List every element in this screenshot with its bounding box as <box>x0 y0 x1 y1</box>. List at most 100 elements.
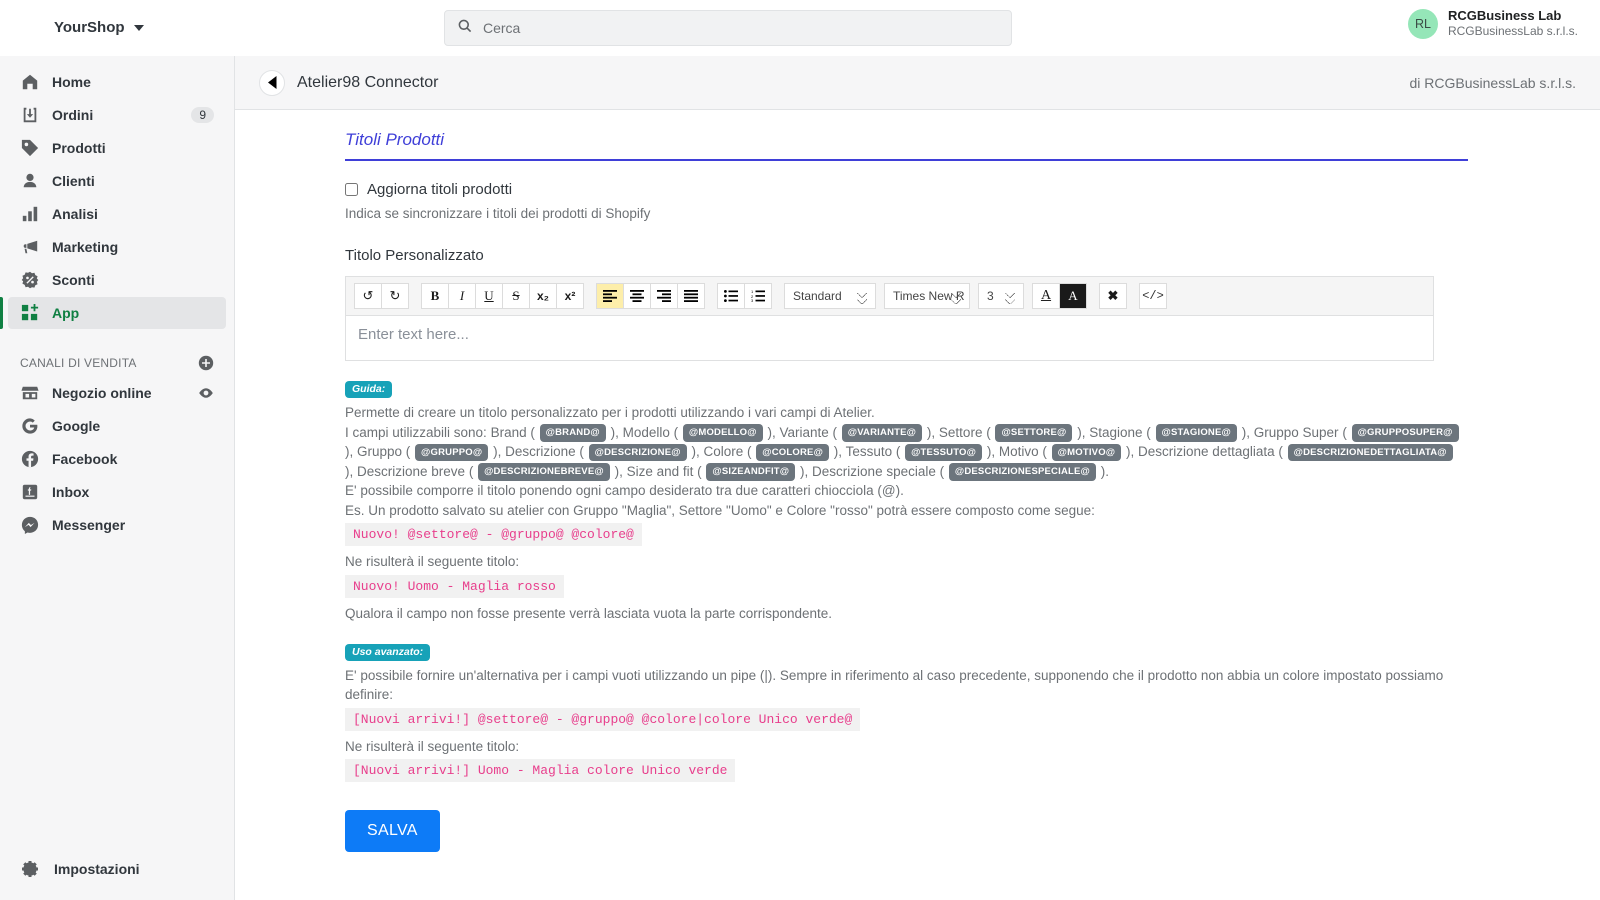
paragraph-style-select[interactable]: Standard <box>784 283 876 309</box>
undo-icon[interactable]: ↺ <box>354 283 382 309</box>
guide-intro: Permette di creare un titolo personalizz… <box>345 405 875 420</box>
sidebar-item-marketing[interactable]: Marketing <box>8 231 226 263</box>
guide-fields-prefix: I campi utilizzabili sono: <box>345 424 487 440</box>
sidebar-item-messenger[interactable]: Messenger <box>8 509 226 541</box>
apps-grid-plus-icon <box>20 303 40 323</box>
sidebar-item-negozio-online[interactable]: Negozio online <box>8 377 226 409</box>
editor-text-area[interactable]: Enter text here... <box>346 316 1433 360</box>
update-titles-checkbox[interactable] <box>345 183 358 196</box>
search-icon <box>457 18 473 39</box>
underline-icon[interactable]: U <box>475 283 503 309</box>
update-titles-checkbox-row[interactable]: Aggiorna titoli prodotti <box>345 181 1468 198</box>
token-modello: @MODELLO@ <box>682 424 763 442</box>
guide-field-item: Gruppo ( @GRUPPO@ ), <box>357 443 501 462</box>
token-gruppo: @GRUPPO@ <box>415 443 489 462</box>
sidebar-item-google[interactable]: Google <box>8 410 226 442</box>
advanced-result: [Nuovi arrivi!] Uomo - Maglia colore Uni… <box>345 759 736 783</box>
sidebar-item-prodotti[interactable]: Prodotti <box>8 132 226 164</box>
superscript-icon[interactable]: x² <box>556 283 584 309</box>
preview-eye-icon[interactable] <box>198 385 214 401</box>
guide-rule-line: E' possibile comporre il titolo ponendo … <box>345 483 904 499</box>
sidebar-item-app[interactable]: App <box>0 297 226 329</box>
align-center-icon[interactable] <box>623 283 651 309</box>
token-descrizione: @DESCRIZIONE@ <box>588 443 687 462</box>
font-family-select[interactable]: Times New R <box>884 283 970 309</box>
guide-field-item: Descrizione ( @DESCRIZIONE@ ), <box>505 443 700 462</box>
numbered-list-icon[interactable]: 123 <box>744 283 772 309</box>
align-justify-icon[interactable] <box>677 283 705 309</box>
back-button[interactable] <box>259 69 285 96</box>
sidebar-item-impostazioni[interactable]: Impostazioni <box>0 852 235 886</box>
page-title: Titoli Prodotti <box>345 130 1468 161</box>
history-group: ↺ ↻ <box>354 283 409 309</box>
sidebar-label: App <box>52 305 80 321</box>
font-color-icon[interactable]: A <box>1032 283 1060 309</box>
token-colore: @COLORE@ <box>756 443 830 462</box>
token-sizeandfit: @SIZEANDFIT@ <box>706 463 796 481</box>
guide-empty-note: Qualora il campo non fosse presente verr… <box>345 605 833 621</box>
alignment-group <box>596 283 705 309</box>
sidebar-item-analisi[interactable]: Analisi <box>8 198 226 230</box>
redo-icon[interactable]: ↻ <box>381 283 409 309</box>
sidebar-item-home[interactable]: Home <box>8 66 226 98</box>
shopify-inbox-icon <box>20 482 40 502</box>
advanced-code: [Nuovi arrivi!] @settore@ - @gruppo@ @co… <box>345 707 861 731</box>
sidebar-label: Impostazioni <box>54 861 140 877</box>
italic-icon[interactable]: I <box>448 283 476 309</box>
facebook-icon <box>20 449 40 469</box>
sidebar-item-inbox[interactable]: Inbox <box>8 476 226 508</box>
token-variante: @VARIANTE@ <box>841 424 923 442</box>
user-company: RCGBusinessLab s.r.l.s. <box>1447 24 1578 39</box>
guide-field-item: Brand ( @BRAND@ ), <box>491 424 619 442</box>
editor-toolbar: ↺ ↻ B I U S x₂ x² 1 2 3 Standard Times N… <box>346 277 1433 316</box>
search-input[interactable] <box>483 20 999 36</box>
sidebar: Home Ordini 9 Prodotti Clienti Analisi M… <box>0 56 235 900</box>
sidebar-label: Inbox <box>52 484 90 500</box>
text-format-group: B I U S x₂ x² <box>421 283 584 309</box>
subscript-icon[interactable]: x₂ <box>529 283 557 309</box>
strikethrough-icon[interactable]: S <box>502 283 530 309</box>
rich-text-editor: ↺ ↻ B I U S x₂ x² 1 2 3 Standard Times N… <box>345 276 1434 361</box>
token-descrizionedettagliata: @DESCRIZIONEDETTAGLIATA@ <box>1287 443 1453 462</box>
sidebar-label: Clienti <box>52 173 95 189</box>
storefront-icon <box>20 383 40 403</box>
google-g-icon <box>20 416 40 436</box>
gear-icon <box>20 859 40 879</box>
marketing-megaphone-icon <box>20 237 40 257</box>
bullet-list-icon[interactable] <box>717 283 745 309</box>
app-header: Atelier98 Connector di RCGBusinessLab s.… <box>235 56 1600 110</box>
color-group: A A <box>1032 283 1087 309</box>
sidebar-label: Messenger <box>52 517 126 533</box>
chevron-down-icon <box>133 24 144 31</box>
save-button[interactable]: SALVA <box>345 810 440 853</box>
sidebar-label: Facebook <box>52 451 118 467</box>
font-size-select[interactable]: 3 <box>978 283 1024 309</box>
sidebar-item-ordini[interactable]: Ordini 9 <box>8 99 226 131</box>
user-menu[interactable]: RL RCGBusiness Lab RCGBusinessLab s.r.l.… <box>1407 8 1578 39</box>
clear-formatting-icon[interactable]: ✖ <box>1099 283 1127 309</box>
search-bar[interactable] <box>444 10 1012 46</box>
sidebar-item-facebook[interactable]: Facebook <box>8 443 226 475</box>
align-right-icon[interactable] <box>650 283 678 309</box>
guide-field-item: Variante ( @VARIANTE@ ), <box>779 424 935 442</box>
customers-person-icon <box>20 171 40 191</box>
sidebar-item-clienti[interactable]: Clienti <box>8 165 226 197</box>
shop-switcher[interactable]: YourShop <box>54 19 144 36</box>
orders-badge: 9 <box>191 107 214 123</box>
orders-icon <box>20 105 40 125</box>
advanced-intro: E' possibile fornire un'alternativa per … <box>345 667 1444 703</box>
align-left-icon[interactable] <box>596 283 624 309</box>
advanced-result-intro: Ne risulterà il seguente titolo: <box>345 738 520 754</box>
app-author: di RCGBusinessLab s.r.l.s. <box>1409 74 1576 91</box>
sales-channels-title: CANALI DI VENDITA <box>20 356 137 370</box>
token-descrizionebreve: @DESCRIZIONEBREVE@ <box>478 463 610 481</box>
source-code-icon[interactable]: </> <box>1139 283 1167 309</box>
background-color-icon[interactable]: A <box>1059 283 1087 309</box>
guide-field-item: Descrizione speciale ( @DESCRIZIONESPECI… <box>812 463 1109 481</box>
add-channel-plus-icon[interactable] <box>198 355 214 371</box>
sidebar-label: Negozio online <box>52 385 152 401</box>
bold-icon[interactable]: B <box>421 283 449 309</box>
sidebar-item-sconti[interactable]: Sconti <box>8 264 226 296</box>
avatar: RL <box>1407 8 1438 39</box>
user-name: RCGBusiness Lab <box>1447 8 1562 23</box>
